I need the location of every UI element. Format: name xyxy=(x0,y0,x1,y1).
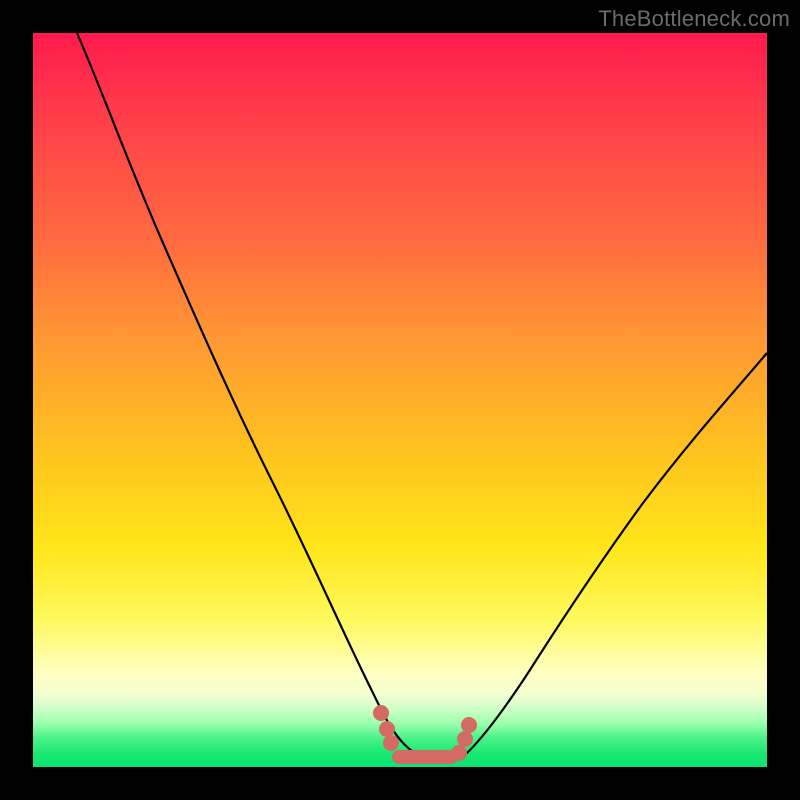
optimal-range-markers xyxy=(373,705,477,761)
watermark-text: TheBottleneck.com xyxy=(598,6,790,32)
bottleneck-curve xyxy=(77,33,767,762)
chart-svg xyxy=(33,33,767,767)
chart-frame: TheBottleneck.com xyxy=(0,0,800,800)
plot-area xyxy=(33,33,767,767)
